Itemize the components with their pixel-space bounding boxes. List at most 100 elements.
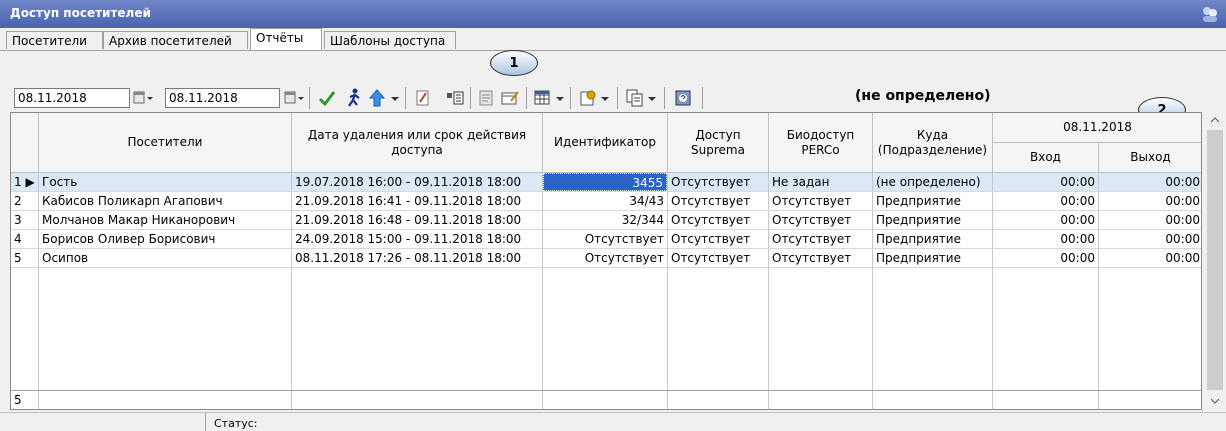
- status-divider: [205, 413, 206, 431]
- cell-identifier[interactable]: Отсутствует: [543, 249, 667, 267]
- status-bar: Статус:: [0, 412, 1226, 431]
- date-to-value: 08.11.2018: [169, 91, 238, 105]
- date-from-value: 08.11.2018: [18, 91, 87, 105]
- cell-visitor-name[interactable]: Молчанов Макар Никанорович: [39, 211, 291, 229]
- cell-period[interactable]: 24.09.2018 15:00 - 09.11.2018 18:00: [292, 230, 542, 248]
- cell-visitor-name[interactable]: Кабисов Поликарп Агапович: [39, 192, 291, 210]
- cell-identifier[interactable]: 3455: [543, 173, 667, 191]
- row-number: 1: [14, 175, 22, 189]
- toolbar-separator: [702, 87, 703, 109]
- cell-exit[interactable]: 00:00: [1099, 211, 1201, 229]
- cell-perco[interactable]: Отсутствует: [769, 230, 872, 248]
- cell-where[interactable]: (не определено): [873, 173, 992, 191]
- cell-visitor-name[interactable]: Гость: [39, 173, 291, 191]
- cell-entry[interactable]: 00:00: [993, 249, 1098, 267]
- columns-icon[interactable]: [444, 87, 466, 109]
- cell-where[interactable]: Предприятие: [873, 249, 992, 267]
- col-header-date-group: 08.11.2018: [993, 113, 1201, 143]
- col-header-exit[interactable]: Выход: [1099, 143, 1201, 173]
- chevron-down-icon[interactable]: [645, 87, 659, 109]
- current-row-icon: ▶: [25, 175, 35, 189]
- cell-period[interactable]: 08.11.2018 17:26 - 08.11.2018 18:00: [292, 249, 542, 267]
- grid-icon[interactable]: [532, 87, 554, 109]
- col-header-perco[interactable]: Биодоступ PERCo: [769, 113, 873, 173]
- cell-exit[interactable]: 00:00: [1099, 173, 1201, 191]
- col-header-deletion-date[interactable]: Дата удаления или срок действия доступа: [292, 113, 543, 173]
- cell-period[interactable]: 21.09.2018 16:48 - 09.11.2018 18:00: [292, 211, 542, 229]
- visitors-report-table: Посетители Дата удаления или срок действ…: [10, 112, 1202, 410]
- tab-strip: Посетители Архив посетителей Отчёты Шабл…: [0, 28, 1226, 51]
- arrow-up-icon[interactable]: [366, 87, 388, 109]
- chevron-down-icon[interactable]: [388, 87, 402, 109]
- tab-access-templates[interactable]: Шаблоны доступа: [324, 31, 456, 49]
- edit-icon[interactable]: [412, 87, 434, 109]
- cell-where[interactable]: Предприятие: [873, 230, 992, 248]
- table-edit-icon[interactable]: [499, 87, 521, 109]
- calendar-icon[interactable]: [282, 88, 306, 108]
- visitors-app-icon: [1203, 7, 1217, 22]
- row-number: 3: [14, 213, 22, 227]
- toolbar-separator: [617, 87, 618, 109]
- cell-exit[interactable]: 00:00: [1099, 192, 1201, 210]
- col-header-visitors[interactable]: Посетители: [39, 113, 292, 173]
- row-number: 4: [14, 232, 22, 246]
- help-icon[interactable]: [672, 87, 694, 109]
- col-header-identifier[interactable]: Идентификатор: [543, 113, 668, 173]
- toolbar-separator: [405, 87, 406, 109]
- cell-perco[interactable]: Отсутствует: [769, 249, 872, 267]
- tab-reports[interactable]: Отчёты: [250, 28, 322, 50]
- check-icon[interactable]: [316, 87, 338, 109]
- cell-visitor-name[interactable]: Осипов: [39, 249, 291, 267]
- cell-where[interactable]: Предприятие: [873, 192, 992, 210]
- row-number: 2: [14, 194, 22, 208]
- cell-exit[interactable]: 00:00: [1099, 230, 1201, 248]
- tab-visitors-archive[interactable]: Архив посетителей: [103, 31, 248, 49]
- toolbar-separator: [470, 87, 471, 109]
- run-icon[interactable]: [343, 87, 365, 109]
- cell-suprema[interactable]: Отсутствует: [668, 249, 768, 267]
- cell-perco[interactable]: Отсутствует: [769, 192, 872, 210]
- calendar-icon[interactable]: [131, 88, 155, 108]
- row-number: 5: [14, 251, 22, 265]
- cell-period[interactable]: 19.07.2018 16:00 - 09.11.2018 18:00: [292, 173, 542, 191]
- cell-suprema[interactable]: Отсутствует: [668, 230, 768, 248]
- copy-icon[interactable]: [624, 87, 646, 109]
- department-filter-label[interactable]: (не определено): [855, 88, 991, 104]
- cell-suprema[interactable]: Отсутствует: [668, 211, 768, 229]
- cell-entry[interactable]: 00:00: [993, 173, 1098, 191]
- toolbar-separator: [526, 87, 527, 109]
- cell-identifier[interactable]: 32/344: [543, 211, 667, 229]
- cell-identifier[interactable]: 34/43: [543, 192, 667, 210]
- vertical-scrollbar[interactable]: [1206, 112, 1224, 410]
- cell-visitor-name[interactable]: Борисов Оливер Борисович: [39, 230, 291, 248]
- cell-entry[interactable]: 00:00: [993, 211, 1098, 229]
- date-from-field[interactable]: 08.11.2018: [14, 88, 130, 108]
- chevron-down-icon[interactable]: [553, 87, 567, 109]
- chevron-up-icon[interactable]: [1210, 115, 1220, 125]
- toolbar-separator: [309, 87, 310, 109]
- cell-period[interactable]: 21.09.2018 16:41 - 09.11.2018 18:00: [292, 192, 542, 210]
- row-header-corner: [11, 113, 39, 173]
- footer-row-count: 5: [14, 393, 22, 407]
- cell-entry[interactable]: 00:00: [993, 230, 1098, 248]
- window-title: Доступ посетителей: [10, 6, 151, 20]
- tab-visitors[interactable]: Посетители: [6, 31, 103, 49]
- cell-exit[interactable]: 00:00: [1099, 249, 1201, 267]
- chevron-down-icon[interactable]: [598, 87, 612, 109]
- col-header-suprema[interactable]: Доступ Suprema: [668, 113, 769, 173]
- cell-entry[interactable]: 00:00: [993, 192, 1098, 210]
- report-icon[interactable]: [476, 87, 498, 109]
- settings-icon[interactable]: [577, 87, 599, 109]
- col-header-where[interactable]: Куда (Подразделение): [873, 113, 993, 173]
- cell-suprema[interactable]: Отсутствует: [668, 192, 768, 210]
- scrollbar-thumb[interactable]: [1207, 130, 1223, 390]
- chevron-down-icon[interactable]: [1210, 396, 1220, 406]
- cell-perco[interactable]: Отсутствует: [769, 211, 872, 229]
- date-to-field[interactable]: 08.11.2018: [165, 88, 280, 108]
- col-header-entry[interactable]: Вход: [993, 143, 1099, 173]
- cell-where[interactable]: Предприятие: [873, 211, 992, 229]
- toolbar-separator: [570, 87, 571, 109]
- cell-suprema[interactable]: Отсутствует: [668, 173, 768, 191]
- cell-perco[interactable]: Не задан: [769, 173, 872, 191]
- cell-identifier[interactable]: Отсутствует: [543, 230, 667, 248]
